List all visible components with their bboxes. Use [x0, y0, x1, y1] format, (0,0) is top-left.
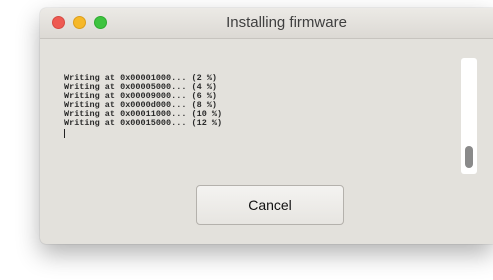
scrollbar-thumb[interactable]: [465, 146, 473, 168]
text-cursor: [64, 129, 65, 138]
firmware-install-dialog: Installing firmware Writing at 0x0000100…: [40, 8, 493, 244]
title-bar[interactable]: Installing firmware: [40, 8, 493, 39]
window-title: Installing firmware: [226, 14, 347, 31]
log-line: Writing at 0x00015000... (12 %): [64, 118, 223, 128]
progress-log: Writing at 0x00001000... (2 %) Writing a…: [64, 74, 222, 138]
log-scrollbar[interactable]: [461, 58, 477, 174]
desktop: Installing firmware Writing at 0x0000100…: [0, 0, 493, 280]
cancel-button[interactable]: Cancel: [196, 185, 344, 225]
